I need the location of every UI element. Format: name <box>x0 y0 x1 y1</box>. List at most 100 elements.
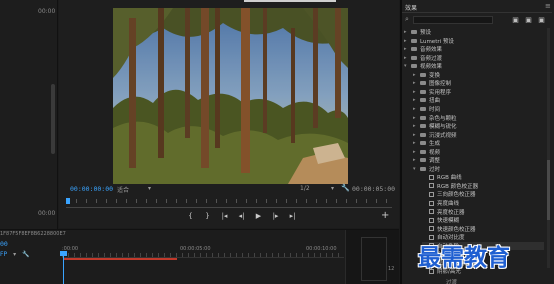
chevron-right-icon[interactable]: ▸ <box>413 97 417 103</box>
meter-label: 12 <box>388 266 395 272</box>
effects-folder[interactable]: ▸ 沉浸式视频 <box>413 131 544 139</box>
folder-icon <box>420 141 426 146</box>
timeline-playhead[interactable] <box>63 253 64 284</box>
effects-folder[interactable]: ▸ Lumetri 预设 <box>404 37 544 45</box>
transport-controls: { } |◂ ◂| ▶ |▸ ▸| <box>186 212 297 220</box>
effects-folder[interactable]: ▸ 预设 <box>404 28 544 36</box>
folder-icon <box>411 55 417 60</box>
go-to-in-icon[interactable]: |◂ <box>220 212 229 220</box>
effects-item-label: 音频效果 <box>420 47 443 54</box>
effects-folder[interactable]: ▸ 图像控制 <box>413 79 544 87</box>
source-bottom-timecode: 00:00 <box>38 210 56 217</box>
effects-folder[interactable]: ▸ 音频过渡 <box>404 54 544 62</box>
effects-item-label: 视频效果 <box>420 64 443 71</box>
work-area-bar[interactable] <box>63 258 177 260</box>
effects-item-label: 快速颜色校正器 <box>437 226 476 233</box>
effect-item[interactable]: 亮度校正器 <box>422 208 544 216</box>
step-forward-icon[interactable]: |▸ <box>271 212 280 220</box>
chevron-right-icon[interactable]: ▸ <box>404 38 408 44</box>
source-panel <box>0 0 58 230</box>
effects-folder[interactable]: ▸ 扭曲 <box>413 96 544 104</box>
effects-folder[interactable]: ▾ 视频效果 <box>404 62 544 70</box>
marker-tool[interactable]: ▾ <box>13 251 16 258</box>
effects-folder[interactable]: ▸ 视频 <box>413 148 544 156</box>
effects-folder[interactable]: ▸ 模糊与锐化 <box>413 122 544 130</box>
scrub-ruler <box>66 199 392 203</box>
effect-item[interactable]: 快速模糊 <box>422 216 544 224</box>
accelerated-effects-icon[interactable]: ▣ <box>511 16 520 24</box>
folder-icon <box>420 158 426 163</box>
chevron-right-icon[interactable]: ▸ <box>404 55 408 61</box>
chevron-right-icon[interactable]: ▸ <box>413 80 417 86</box>
effects-tab[interactable]: 效果 <box>405 3 417 12</box>
snap-tool[interactable]: FP <box>0 251 7 258</box>
effects-folder[interactable]: ▸ 实用程序 <box>413 88 544 96</box>
chevron-right-icon[interactable]: ▸ <box>404 46 408 52</box>
add-button[interactable]: + <box>381 211 389 221</box>
effects-folder[interactable]: ▸ 生成 <box>413 139 544 147</box>
effects-search-input[interactable] <box>413 16 493 24</box>
play-icon[interactable]: ▶ <box>254 212 263 220</box>
step-back-icon[interactable]: ◂| <box>237 212 246 220</box>
chevron-down-icon[interactable]: ▾ <box>404 63 408 69</box>
chevron-right-icon[interactable]: ▸ <box>413 89 417 95</box>
effects-item-label: 扭曲 <box>429 98 441 105</box>
effects-folder[interactable]: ▸ 调整 <box>413 156 544 164</box>
effects-item-label: 调整 <box>429 158 441 165</box>
chevron-right-icon[interactable]: ▸ <box>413 132 417 138</box>
chevron-right-icon[interactable]: ▸ <box>413 157 417 163</box>
timeline-timecode[interactable]: 00 <box>0 240 8 248</box>
chevron-right-icon[interactable]: ▸ <box>413 140 417 146</box>
video-preview[interactable] <box>113 8 348 184</box>
wrench-icon[interactable]: 🔧 <box>341 184 350 192</box>
effects-folder[interactable]: ▸ 杂色与颗粒 <box>413 114 544 122</box>
panel-menu-icon[interactable]: ≡ <box>545 2 551 10</box>
chevron-down-icon[interactable]: ▾ <box>413 166 417 172</box>
folder-icon <box>420 89 426 94</box>
monitor-playhead[interactable] <box>66 198 70 204</box>
duration-timecode: 00:00:05:00 <box>352 185 396 193</box>
effects-item-label: Lumetri 预设 <box>420 38 454 45</box>
chevron-right-icon[interactable]: ▸ <box>404 29 408 35</box>
chevron-right-icon[interactable]: ▸ <box>413 149 417 155</box>
fit-dropdown[interactable]: 适合 ▾ <box>117 185 151 194</box>
resolution-dropdown[interactable]: 1/2 ▾ <box>300 185 334 194</box>
effects-item-label: 过时 <box>429 166 441 173</box>
chevron-right-icon[interactable]: ▸ <box>413 106 417 112</box>
folder-icon <box>411 30 417 34</box>
effects-item-label: 视频 <box>429 149 441 156</box>
effect-item[interactable]: 快速颜色校正器 <box>422 225 544 233</box>
chevron-right-icon[interactable]: ▸ <box>413 115 417 121</box>
scrub-bar[interactable] <box>66 207 392 208</box>
effects-folder[interactable]: ▸ 变换 <box>413 71 544 79</box>
effects-folder[interactable]: ▾ 过时 <box>413 165 544 173</box>
effect-icon <box>429 200 434 206</box>
chevron-right-icon[interactable]: ▸ <box>413 123 417 129</box>
mark-out-icon[interactable]: } <box>203 212 212 220</box>
effect-icon <box>429 226 434 232</box>
folder-icon <box>420 115 426 120</box>
effect-item[interactable]: RGB 曲线 <box>422 173 544 181</box>
32bit-effects-icon[interactable]: ▣ <box>524 16 533 24</box>
go-to-out-icon[interactable]: ▸| <box>288 212 297 220</box>
effects-folder[interactable]: ▸ 音频效果 <box>404 45 544 53</box>
source-scrollbar[interactable] <box>51 84 55 154</box>
resolution-label: 1/2 <box>300 185 310 192</box>
folder-icon <box>411 47 417 52</box>
folder-icon <box>420 81 426 86</box>
folder-icon <box>411 38 417 43</box>
effect-item[interactable]: 三向颜色校正器 <box>422 190 544 198</box>
effect-item[interactable]: RGB 颜色校正器 <box>422 182 544 190</box>
source-timecode: 00:00 <box>38 8 56 15</box>
current-timecode[interactable]: 00:00:00:00 <box>70 185 113 193</box>
effects-item-label: 预设 <box>420 30 432 36</box>
effects-scroll-thumb[interactable] <box>547 160 550 220</box>
chevron-right-icon[interactable]: ▸ <box>413 72 417 78</box>
effects-folder[interactable]: ▸ 时间 <box>413 105 544 113</box>
mark-in-icon[interactable]: { <box>186 212 195 220</box>
effect-item[interactable]: 亮度曲线 <box>422 199 544 207</box>
effects-scrollbar[interactable] <box>547 28 550 268</box>
wrench-icon[interactable]: 🔧 <box>22 251 29 258</box>
yuv-effects-icon[interactable]: ▣ <box>537 16 546 24</box>
effect-icon <box>429 217 434 223</box>
